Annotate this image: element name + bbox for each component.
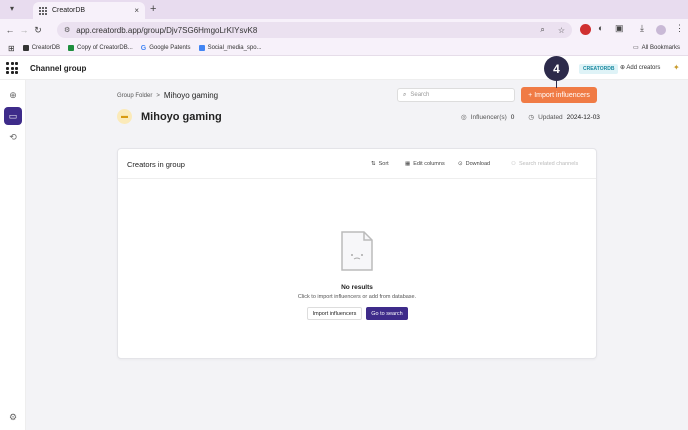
browser-tab-bar: ▾ CreatorDB × +: [0, 0, 688, 19]
creators-card: Creators in group ⇅ Sort ▦ Edit columns ⊙ D…: [117, 148, 597, 359]
browser-tab[interactable]: CreatorDB ×: [33, 2, 145, 19]
group-title: Mihoyo gaming: [141, 111, 222, 123]
refresh-nav-icon[interactable]: ⟲: [4, 128, 22, 146]
page-title: Channel group: [30, 64, 87, 73]
sidebar: ⊕ ▭ ⟲ ⚙: [0, 80, 26, 430]
address-toolbar: ← → ↻ ⚙ app.creatordb.app/group/Djv7SG6H…: [0, 19, 688, 41]
breadcrumb-parent[interactable]: Group Folder: [117, 93, 152, 99]
go-to-search-button[interactable]: Go to search: [366, 307, 408, 320]
user-icon: ◎: [461, 114, 467, 121]
url-text[interactable]: app.creatordb.app/group/Djv7SG6HmgoLrKIY…: [76, 26, 534, 35]
tab-title: CreatorDB: [52, 7, 86, 14]
tab-search-icon[interactable]: ▾: [10, 4, 20, 14]
back-icon[interactable]: ←: [3, 25, 17, 35]
docs-icon: [198, 45, 205, 51]
related-users-icon: ⚇: [511, 161, 516, 167]
bookmark-item[interactable]: Social_media_spo...: [198, 45, 262, 51]
bookmark-item[interactable]: Copy of CreatorDB...: [68, 45, 133, 51]
search-input[interactable]: ⌕ Search: [397, 88, 515, 102]
new-tab-icon[interactable]: +: [150, 3, 156, 15]
group-folder-icon: ▬: [117, 109, 132, 124]
download-button[interactable]: ⊙ Download: [458, 161, 490, 167]
step-marker: 4: [544, 56, 569, 81]
empty-document-icon: [341, 231, 373, 271]
zoom-icon[interactable]: ⌕: [540, 25, 544, 35]
creatordb-icon: [22, 45, 29, 51]
creatordb-favicon-icon: [39, 6, 47, 15]
extension-2-icon[interactable]: ◐: [598, 23, 603, 33]
bookmark-star-icon[interactable]: ☆: [558, 26, 565, 35]
breadcrumb-separator: >: [156, 92, 160, 99]
empty-title: No results: [341, 284, 373, 291]
sort-button[interactable]: ⇅ Sort: [371, 161, 389, 167]
globe-icon[interactable]: ⊕: [4, 86, 22, 104]
reload-icon[interactable]: ↻: [31, 25, 45, 36]
edit-columns-button[interactable]: ▦ Edit columns: [405, 161, 445, 167]
breadcrumb-current: Mihoyo gaming: [163, 91, 219, 100]
close-tab-icon[interactable]: ×: [134, 6, 139, 15]
import-influencers-button[interactable]: + Import influencers: [521, 87, 597, 103]
all-bookmarks[interactable]: ▭ All Bookmarks: [632, 44, 680, 52]
sheets-icon: [68, 45, 75, 51]
card-header: Creators in group ⇅ Sort ▦ Edit columns ⊙ D…: [118, 149, 596, 179]
search-icon: ⌕: [403, 91, 407, 98]
folder-icon: ▭: [632, 45, 639, 51]
profile-avatar[interactable]: [656, 25, 666, 35]
group-meta: ◎ Influencer(s) 0 ◷ Updated 2024-12-03: [461, 113, 600, 122]
app-logo-icon[interactable]: [6, 62, 18, 74]
bookmark-item[interactable]: G Google Patents: [141, 45, 191, 52]
settings-icon[interactable]: ⚙: [4, 408, 22, 426]
download-icon[interactable]: ⤓: [640, 23, 644, 34]
creatordb-badge: CREATORDB: [579, 64, 619, 74]
browser-menu-icon[interactable]: ⋮: [675, 23, 684, 34]
card-title: Creators in group: [127, 160, 185, 169]
bookmark-item[interactable]: CreatorDB: [22, 45, 60, 51]
columns-icon: ▦: [405, 161, 411, 167]
url-bar[interactable]: ⚙ app.creatordb.app/group/Djv7SG6HmgoLrK…: [57, 22, 572, 38]
google-icon: G: [140, 44, 147, 52]
extensions-puzzle-icon[interactable]: ▣: [615, 23, 624, 34]
plus-circle-icon: ⊕: [620, 65, 626, 71]
clock-icon: ◷: [528, 114, 535, 121]
empty-import-button[interactable]: Import influencers: [307, 307, 362, 320]
search-placeholder: Search: [410, 92, 430, 98]
search-related-button[interactable]: ⚇ Search related channels: [511, 161, 578, 167]
folder-nav-icon[interactable]: ▭: [4, 107, 22, 125]
empty-subtitle: Click to import influencers or add from …: [297, 294, 417, 300]
apps-grid-icon[interactable]: ⊞: [8, 44, 15, 53]
step-pointer-line: [556, 80, 557, 88]
site-info-icon[interactable]: ⚙: [64, 26, 70, 34]
add-creators-button[interactable]: ⊕ Add creators: [620, 64, 660, 71]
extension-icon[interactable]: [580, 24, 591, 35]
bookmarks-bar: ⊞ CreatorDB Copy of CreatorDB... G Google…: [0, 41, 688, 56]
sparkle-icon[interactable]: ✦: [673, 63, 680, 72]
breadcrumb: Group Folder > Mihoyo gaming: [117, 91, 218, 100]
download-circle-icon: ⊙: [458, 161, 463, 167]
sort-icon: ⇅: [371, 161, 376, 167]
forward-icon[interactable]: →: [17, 25, 31, 35]
